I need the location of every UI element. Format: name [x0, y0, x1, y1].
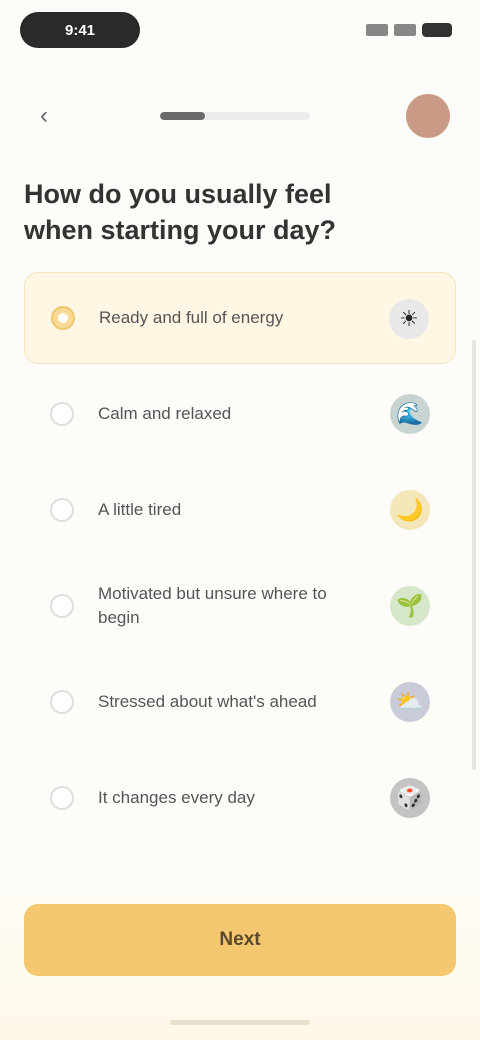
radio-unchecked[interactable]: [50, 594, 74, 618]
wifi-icon: [394, 24, 416, 36]
options-list: Ready and full of energy ☀ Calm and relaxe…: [24, 272, 456, 848]
option-item[interactable]: It changes every day 🎲: [24, 752, 456, 844]
option-label: Stressed about what's ahead: [98, 692, 317, 711]
status-bar: 9:41: [0, 0, 480, 60]
option-item[interactable]: Motivated but unsure where to begin 🌱: [24, 560, 456, 652]
radio-checked[interactable]: [51, 306, 75, 330]
option-emoji-icon: 🎲: [390, 778, 430, 818]
option-emoji-icon: 🌊: [390, 394, 430, 434]
radio-unchecked[interactable]: [50, 402, 74, 426]
option-label: It changes every day: [98, 788, 255, 807]
continue-button[interactable]: Next: [24, 904, 456, 976]
progress-fill: [160, 112, 205, 120]
option-item[interactable]: Calm and relaxed 🌊: [24, 368, 456, 460]
option-emoji-icon: 🌙: [390, 490, 430, 530]
option-label: Motivated but unsure where to begin: [98, 584, 327, 627]
home-indicator: [170, 1020, 310, 1025]
option-item[interactable]: Ready and full of energy ☀: [24, 272, 456, 364]
radio-unchecked[interactable]: [50, 786, 74, 810]
question-title: How do you usually feel when starting yo…: [24, 179, 337, 245]
radio-dot: [58, 313, 68, 323]
top-nav: ‹: [0, 88, 480, 144]
radio-unchecked[interactable]: [50, 498, 74, 522]
status-icons: [366, 20, 452, 40]
option-item[interactable]: Stressed about what's ahead ⛅: [24, 656, 456, 748]
back-button[interactable]: ‹: [28, 100, 60, 132]
progress-bar: [160, 112, 310, 120]
option-label: Ready and full of energy: [99, 308, 284, 327]
battery-icon: [422, 23, 452, 37]
option-item[interactable]: A little tired 🌙: [24, 464, 456, 556]
option-label: A little tired: [98, 500, 182, 519]
signal-icon: [366, 24, 388, 36]
option-label: Calm and relaxed: [98, 404, 232, 423]
option-emoji-icon: 🌱: [390, 586, 430, 626]
radio-unchecked[interactable]: [50, 690, 74, 714]
scrollbar[interactable]: [472, 340, 476, 770]
option-emoji-icon: ⛅: [390, 682, 430, 722]
chevron-left-icon: ‹: [40, 102, 48, 129]
option-emoji-icon: ☀: [389, 299, 429, 339]
avatar[interactable]: [406, 94, 450, 138]
status-time: 9:41: [20, 12, 140, 48]
